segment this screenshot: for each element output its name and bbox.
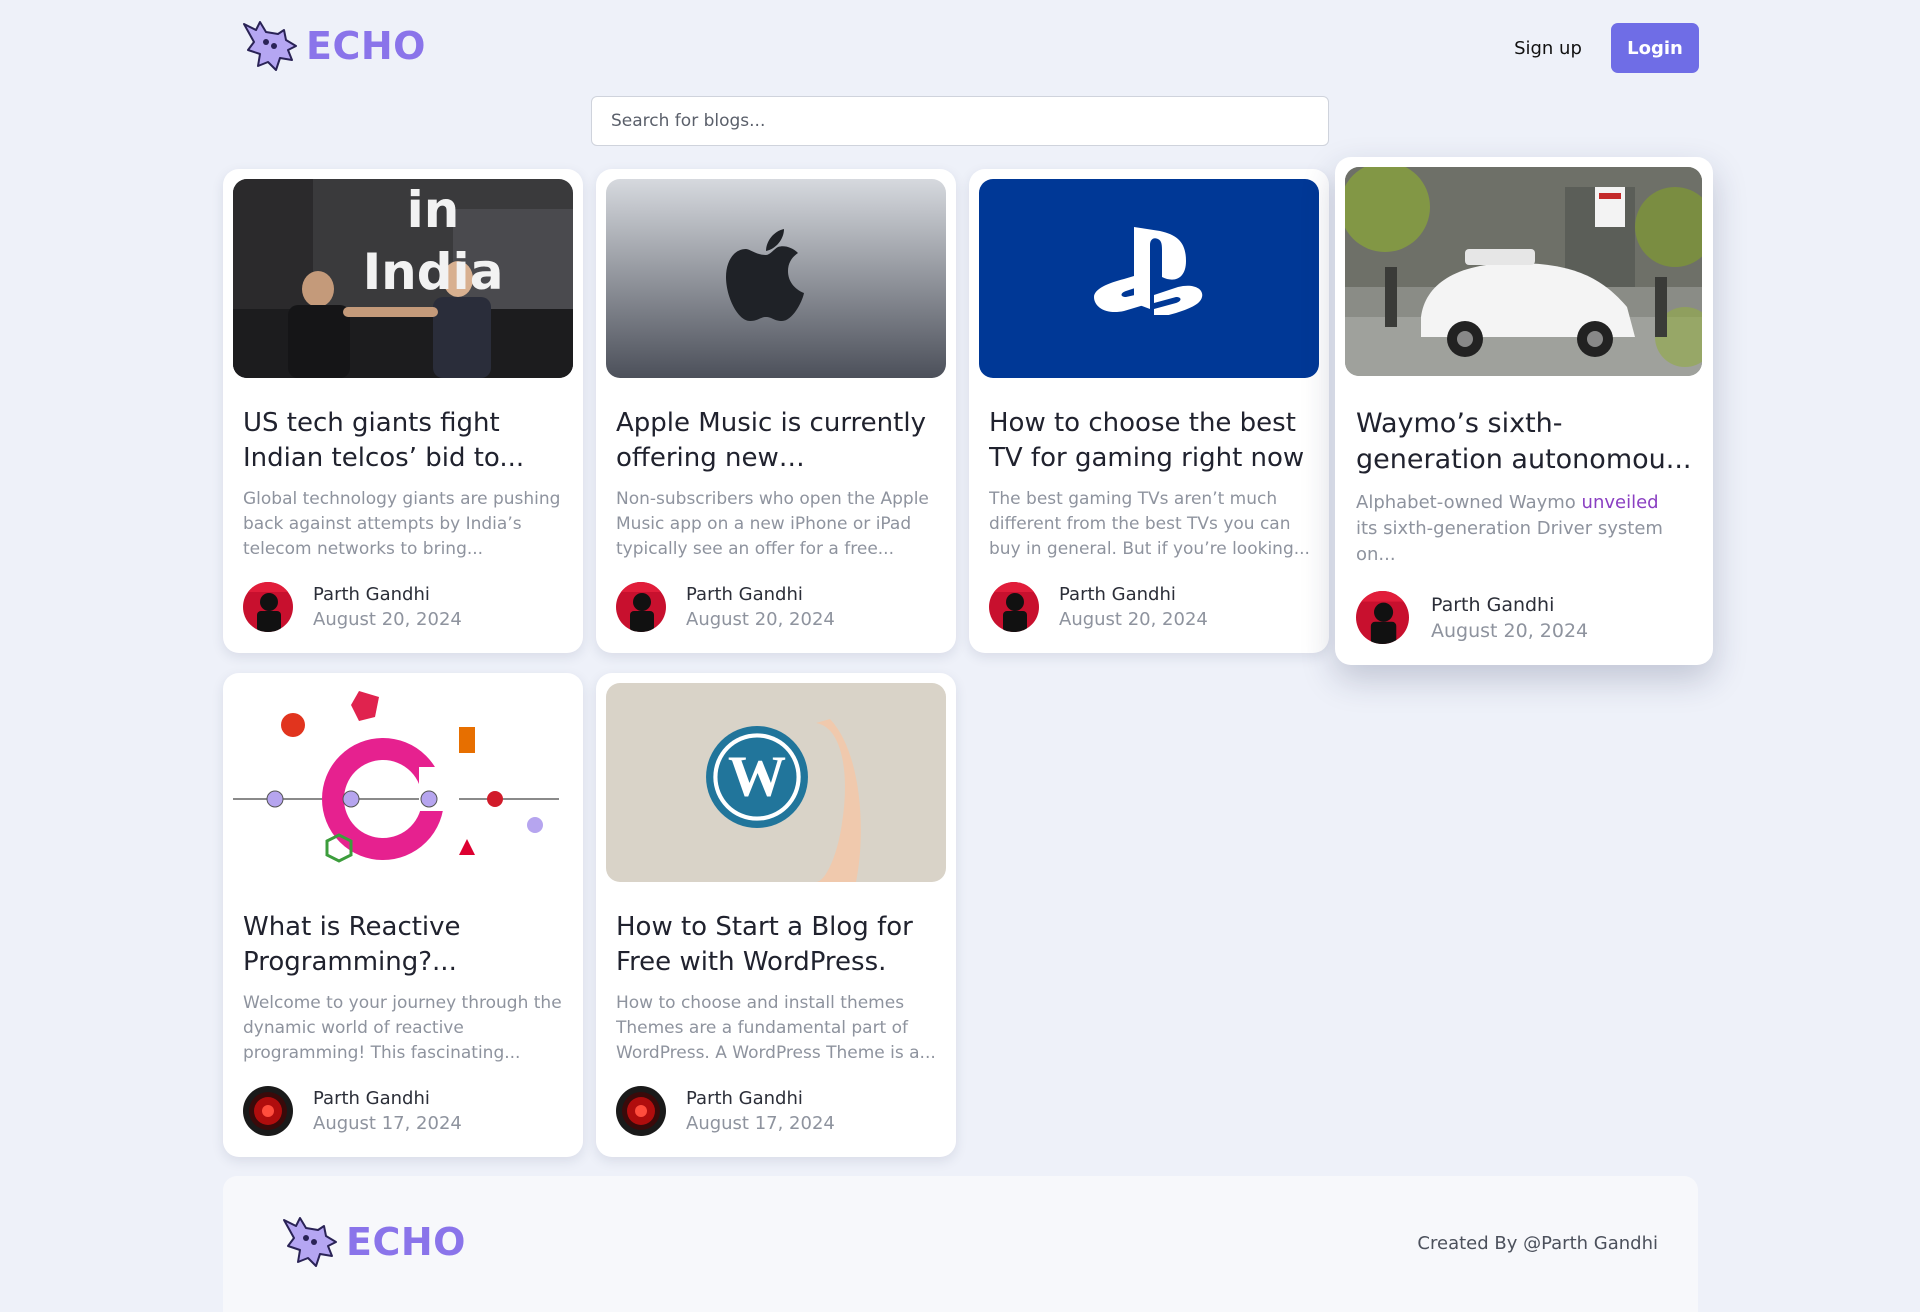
post-title[interactable]: US tech giants fight Indian telcos’ bid … bbox=[243, 406, 563, 476]
author-avatar bbox=[616, 582, 666, 632]
svg-text:W: W bbox=[728, 744, 786, 809]
author-name: Parth Gandhi bbox=[313, 1088, 430, 1109]
post-excerpt: Non-subscribers who open the Apple Music… bbox=[616, 489, 929, 559]
post-date: August 20, 2024 bbox=[1431, 619, 1589, 642]
post-excerpt: Welcome to your journey through the dyna… bbox=[243, 993, 562, 1063]
post-author: Parth Gandhi August 17, 2024 bbox=[243, 1086, 462, 1136]
excerpt-link[interactable]: unveiled bbox=[1582, 492, 1659, 513]
echo-logo[interactable]: ECHO bbox=[240, 16, 426, 76]
post-author: Parth Gandhi August 20, 2024 bbox=[243, 582, 462, 632]
bat-logo-icon bbox=[243, 21, 297, 71]
post-excerpt: The best gaming TVs aren’t much differen… bbox=[989, 489, 1310, 559]
post-title[interactable]: What is Reactive Programming?... bbox=[243, 910, 563, 980]
author-avatar bbox=[243, 582, 293, 632]
post-date: August 17, 2024 bbox=[313, 1113, 462, 1134]
post-thumbnail bbox=[1345, 167, 1702, 376]
post-title[interactable]: Apple Music is currently offering new su… bbox=[616, 406, 936, 476]
brand-name: ECHO bbox=[306, 24, 426, 68]
footer-credit: Created By @Parth Gandhi bbox=[1417, 1233, 1658, 1254]
post-title[interactable]: Waymo’s sixth-generation autonomou... bbox=[1356, 406, 1693, 478]
footer-logo[interactable]: ECHO bbox=[280, 1212, 466, 1272]
post-title[interactable]: How to Start a Blog for Free with WordPr… bbox=[616, 910, 936, 980]
post-excerpt: Alphabet-owned Waymo unveiled its sixth-… bbox=[1356, 492, 1663, 565]
blog-card[interactable]: How to choose the best TV for gaming rig… bbox=[969, 169, 1329, 653]
wordpress-logo-icon: W bbox=[706, 726, 808, 828]
author-name: Parth Gandhi bbox=[686, 584, 803, 605]
brand-name: ECHO bbox=[346, 1220, 466, 1264]
post-thumbnail bbox=[233, 683, 573, 882]
thumbnail-caption: in India bbox=[362, 181, 504, 301]
blog-card[interactable]: in India US tech giants fight Indian tel… bbox=[223, 169, 583, 653]
blog-card[interactable]: Apple Music is currently offering new su… bbox=[596, 169, 956, 653]
post-author: Parth Gandhi August 20, 2024 bbox=[1356, 591, 1588, 644]
post-author: Parth Gandhi August 20, 2024 bbox=[989, 582, 1208, 632]
post-excerpt: Global technology giants are pushing bac… bbox=[243, 489, 561, 559]
author-name: Parth Gandhi bbox=[313, 584, 430, 605]
blog-card[interactable]: Waymo’s sixth-generation autonomou... Al… bbox=[1335, 157, 1713, 665]
post-date: August 20, 2024 bbox=[313, 609, 462, 630]
author-name: Parth Gandhi bbox=[686, 1088, 803, 1109]
author-avatar bbox=[1356, 591, 1409, 644]
post-date: August 20, 2024 bbox=[686, 609, 835, 630]
post-author: Parth Gandhi August 17, 2024 bbox=[616, 1086, 835, 1136]
author-name: Parth Gandhi bbox=[1059, 584, 1176, 605]
author-avatar bbox=[989, 582, 1039, 632]
author-name: Parth Gandhi bbox=[1431, 593, 1555, 616]
login-button[interactable]: Login bbox=[1611, 23, 1699, 73]
signup-button[interactable]: Sign up bbox=[1500, 24, 1596, 72]
post-date: August 17, 2024 bbox=[686, 1113, 835, 1134]
blog-card[interactable]: What is Reactive Programming?... Welcome… bbox=[223, 673, 583, 1157]
blog-card[interactable]: W How to Start a Blog for Free with Word… bbox=[596, 673, 956, 1157]
apple-logo-icon bbox=[726, 229, 804, 321]
post-excerpt: How to choose and install themes Themes … bbox=[616, 993, 936, 1063]
author-avatar bbox=[616, 1086, 666, 1136]
post-title[interactable]: How to choose the best TV for gaming rig… bbox=[989, 406, 1309, 476]
author-avatar bbox=[243, 1086, 293, 1136]
post-author: Parth Gandhi August 20, 2024 bbox=[616, 582, 835, 632]
bat-logo-icon bbox=[283, 1217, 337, 1267]
post-date: August 20, 2024 bbox=[1059, 609, 1208, 630]
playstation-logo-icon bbox=[1094, 227, 1203, 315]
search-input[interactable] bbox=[591, 96, 1329, 146]
